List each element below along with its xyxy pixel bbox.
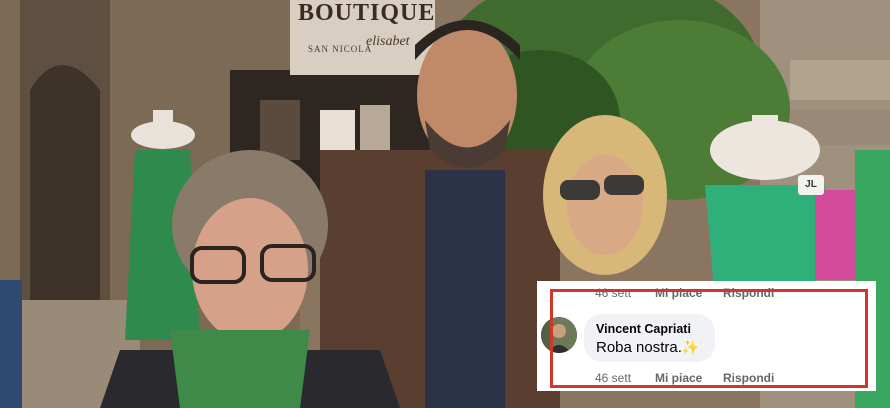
mannequin-tag: JL — [798, 175, 824, 195]
sign-brand: elisabet — [366, 34, 410, 49]
sign-title: BOUTIQUE — [298, 0, 436, 26]
sign-subtitle: SAN NICOLA — [308, 44, 373, 54]
boutique-sign: BOUTIQUE SAN NICOLA elisabet — [288, 0, 436, 70]
highlight-frame — [550, 289, 868, 388]
